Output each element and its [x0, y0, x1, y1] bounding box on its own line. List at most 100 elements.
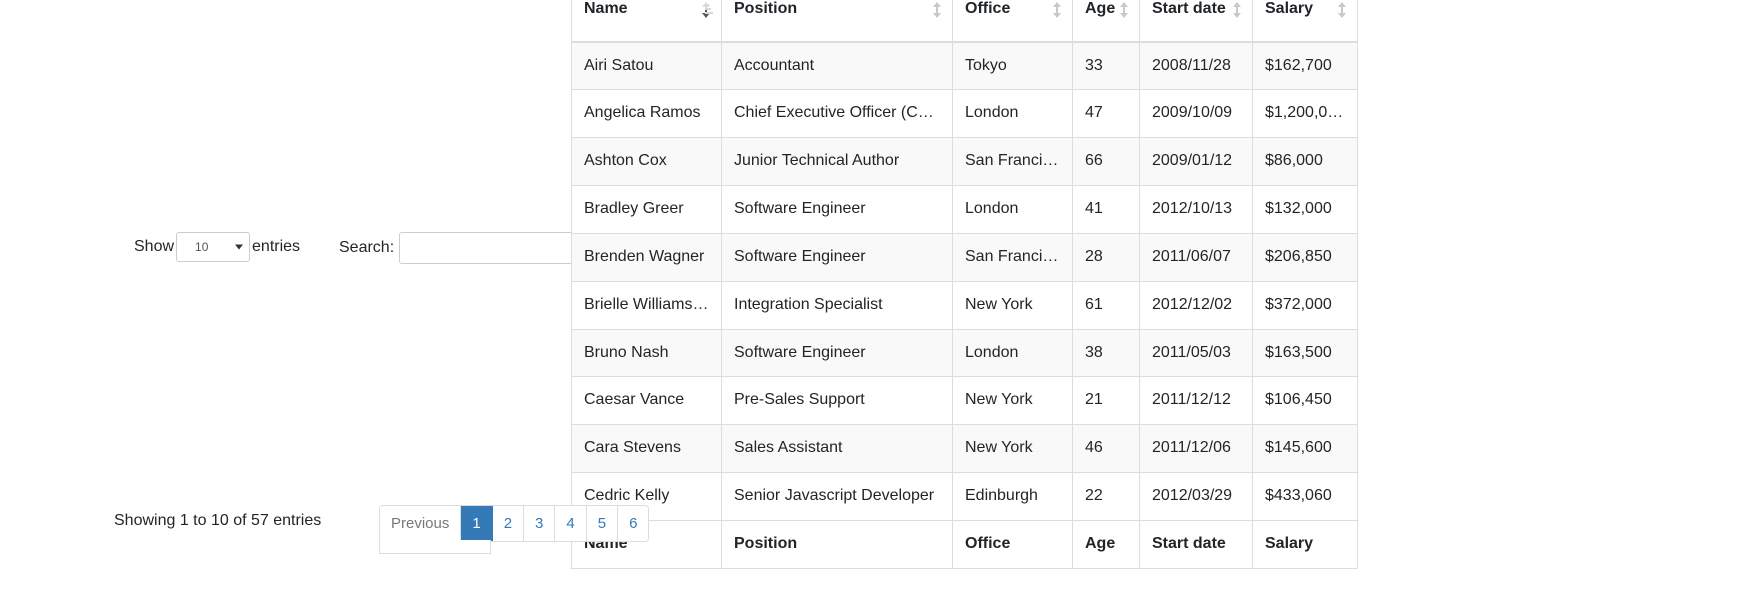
cell-salary: $86,000 [1252, 137, 1358, 186]
column-footer-age: Age [1072, 519, 1140, 569]
pagination-page-5[interactable]: 5 [586, 506, 619, 541]
cell-salary: $163,500 [1252, 328, 1358, 377]
sort-both-icon [1050, 1, 1064, 18]
search-label: Search: [339, 239, 395, 256]
table-row[interactable]: Cara Stevens Sales Assistant New York 46 201… [571, 424, 1358, 473]
pagination-page-1[interactable]: 1 [461, 506, 493, 541]
cell-start-date: 2011/12/06 [1139, 424, 1253, 473]
pagination-previous[interactable]: Previous [380, 506, 462, 541]
column-header-label: Office [965, 0, 1011, 18]
cell-office: Tokyo [952, 40, 1073, 90]
cell-salary: $206,850 [1252, 232, 1358, 282]
cell-start-date: 2009/10/09 [1139, 89, 1253, 138]
column-footer-office: Office [952, 519, 1073, 569]
column-header-age[interactable]: Age [1072, 0, 1140, 43]
column-header-start-date[interactable]: Start date [1139, 0, 1253, 43]
table-row[interactable]: Angelica Ramos Chief Executive Officer (C… [571, 89, 1358, 138]
cell-age: 28 [1072, 232, 1140, 282]
table-row[interactable]: Airi Satou Accountant Tokyo 33 2008/11/28 $16… [571, 40, 1358, 90]
sort-both-icon [1117, 1, 1131, 18]
table-footer-row: Name Position Office Age Start date Salary [571, 519, 1358, 569]
sort-ascending-icon [699, 1, 713, 18]
cell-name: Brenden Wagner [571, 232, 722, 282]
sort-both-icon [1230, 1, 1244, 18]
cell-position: Sales Assistant [721, 424, 953, 473]
column-header-label: Name [584, 0, 628, 18]
cell-age: 38 [1072, 328, 1140, 377]
table-row[interactable]: Caesar Vance Pre-Sales Support New York 21 2… [571, 376, 1358, 425]
column-header-name[interactable]: Name [571, 0, 722, 43]
pagination-page-3[interactable]: 3 [524, 506, 556, 541]
cell-start-date: 2012/03/29 [1139, 472, 1253, 521]
cell-start-date: 2011/12/12 [1139, 376, 1253, 425]
table-row[interactable]: Bradley Greer Software Engineer London 41 20… [571, 185, 1358, 234]
sort-both-icon [1335, 1, 1349, 18]
table-row[interactable]: Ashton Cox Junior Technical Author San Fra… [571, 137, 1358, 186]
cell-position: Software Engineer [721, 328, 953, 377]
table-row[interactable]: Brenden Wagner Software Engineer San Franc… [571, 232, 1358, 282]
cell-start-date: 2012/12/02 [1139, 280, 1253, 330]
cell-name: Angelica Ramos [571, 89, 722, 138]
table-row[interactable]: Bruno Nash Software Engineer London 38 2011/… [571, 328, 1358, 377]
table-foot: Name Position Office Age Start date Salary [571, 519, 1358, 569]
column-header-position[interactable]: Position [721, 0, 953, 43]
cell-start-date: 2011/06/07 [1139, 232, 1253, 282]
cell-age: 33 [1072, 40, 1140, 90]
cell-position: Software Engineer [721, 232, 953, 282]
pagination-page-2[interactable]: 2 [492, 506, 525, 541]
cell-salary: $372,000 [1252, 280, 1358, 330]
length-prefix-label: Show [134, 238, 175, 255]
cell-name: Ashton Cox [571, 137, 722, 186]
column-footer-position: Position [721, 519, 953, 569]
cell-age: 46 [1072, 424, 1140, 473]
column-footer-start-date: Start date [1139, 519, 1253, 569]
cell-office: London [952, 185, 1073, 234]
cell-office: New York [952, 376, 1073, 425]
datatable-wrapper: Name Position Office Age Start date Salary Ai… [571, 0, 1358, 569]
pagination-page-4[interactable]: 4 [555, 506, 587, 541]
cell-start-date: 2012/10/13 [1139, 185, 1253, 234]
cell-start-date: 2011/05/03 [1139, 328, 1253, 377]
column-header-label: Position [734, 0, 798, 18]
pagination-page-6[interactable]: 6 [618, 506, 649, 541]
entries-per-page-select[interactable]: 102550100 [176, 232, 251, 262]
cell-age: 41 [1072, 185, 1140, 234]
cell-office: New York [952, 280, 1073, 330]
cell-name: Airi Satou [571, 40, 722, 90]
cell-position: Pre-Sales Support [721, 376, 953, 425]
cell-salary: $162,700 [1252, 40, 1358, 90]
pagination: Previous 1 2 3 4 5 6 [379, 505, 650, 542]
table-info: Showing 1 to 10 of 57 entries [114, 512, 322, 529]
cell-age: 66 [1072, 137, 1140, 186]
table-row[interactable]: Cedric Kelly Senior Javascript Developer E… [571, 472, 1358, 521]
cell-position: Integration Specialist [721, 280, 953, 330]
cell-salary: $132,000 [1252, 185, 1358, 234]
cell-office: London [952, 328, 1073, 377]
cell-name: Caesar Vance [571, 376, 722, 425]
cell-position: Software Engineer [721, 185, 953, 234]
cell-position: Junior Technical Author [721, 137, 953, 186]
column-header-label: Age [1085, 0, 1116, 18]
column-header-label: Salary [1265, 0, 1314, 18]
cell-office: San Francisco [952, 137, 1073, 186]
length-select-wrapper[interactable]: 102550100 [174, 232, 252, 262]
cell-office: San Francisco [952, 232, 1073, 282]
table-row[interactable]: Brielle Williamson Integration Specialist… [571, 280, 1358, 330]
sort-both-icon [930, 1, 944, 18]
column-header-label: Start date [1152, 0, 1226, 18]
column-header-office[interactable]: Office [952, 0, 1073, 43]
cell-name: Cara Stevens [571, 424, 722, 473]
column-footer-salary: Salary [1252, 519, 1358, 569]
cell-start-date: 2009/01/12 [1139, 137, 1253, 186]
cell-salary: $433,060 [1252, 472, 1358, 521]
table-head: Name Position Office Age Start date Salary [571, 0, 1358, 43]
column-header-salary[interactable]: Salary [1252, 0, 1358, 43]
cell-age: 61 [1072, 280, 1140, 330]
cell-name: Bruno Nash [571, 328, 722, 377]
cell-office: London [952, 89, 1073, 138]
cell-age: 47 [1072, 89, 1140, 138]
cell-name: Brielle Williamson [571, 280, 722, 330]
cell-position: Senior Javascript Developer [721, 472, 953, 521]
cell-salary: $106,450 [1252, 376, 1358, 425]
cell-position: Accountant [721, 40, 953, 90]
